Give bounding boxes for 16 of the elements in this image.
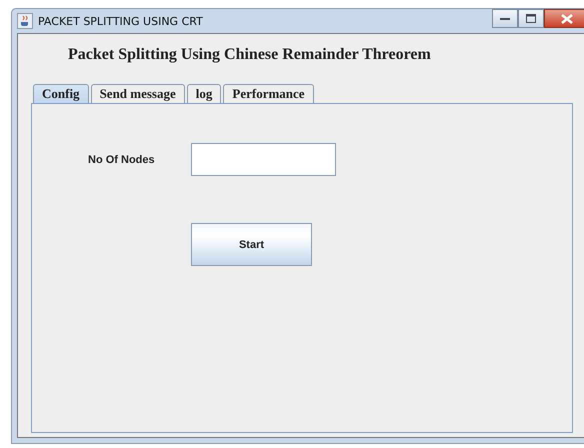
field-label: No Of Nodes: [88, 154, 156, 166]
tab[interactable]: Performance: [223, 84, 314, 103]
minimize-button[interactable]: [492, 9, 518, 28]
minimize-icon: [500, 16, 510, 20]
tab[interactable]: Config: [33, 84, 89, 103]
window-title: PACKET SPLITTING USING CRT: [38, 14, 203, 28]
app-heading: Packet Splitting Using Chinese Remainder Threorem: [68, 46, 432, 65]
maximize-button[interactable]: [518, 9, 544, 28]
maximize-icon: [526, 14, 536, 23]
cup-icon: [17, 13, 33, 29]
tab[interactable]: log: [186, 84, 222, 103]
close-icon: [561, 14, 573, 24]
start-button[interactable]: Start: [191, 223, 312, 266]
close-button[interactable]: [544, 9, 584, 28]
input-field[interactable]: [191, 143, 336, 176]
tab[interactable]: Send message: [90, 84, 185, 103]
